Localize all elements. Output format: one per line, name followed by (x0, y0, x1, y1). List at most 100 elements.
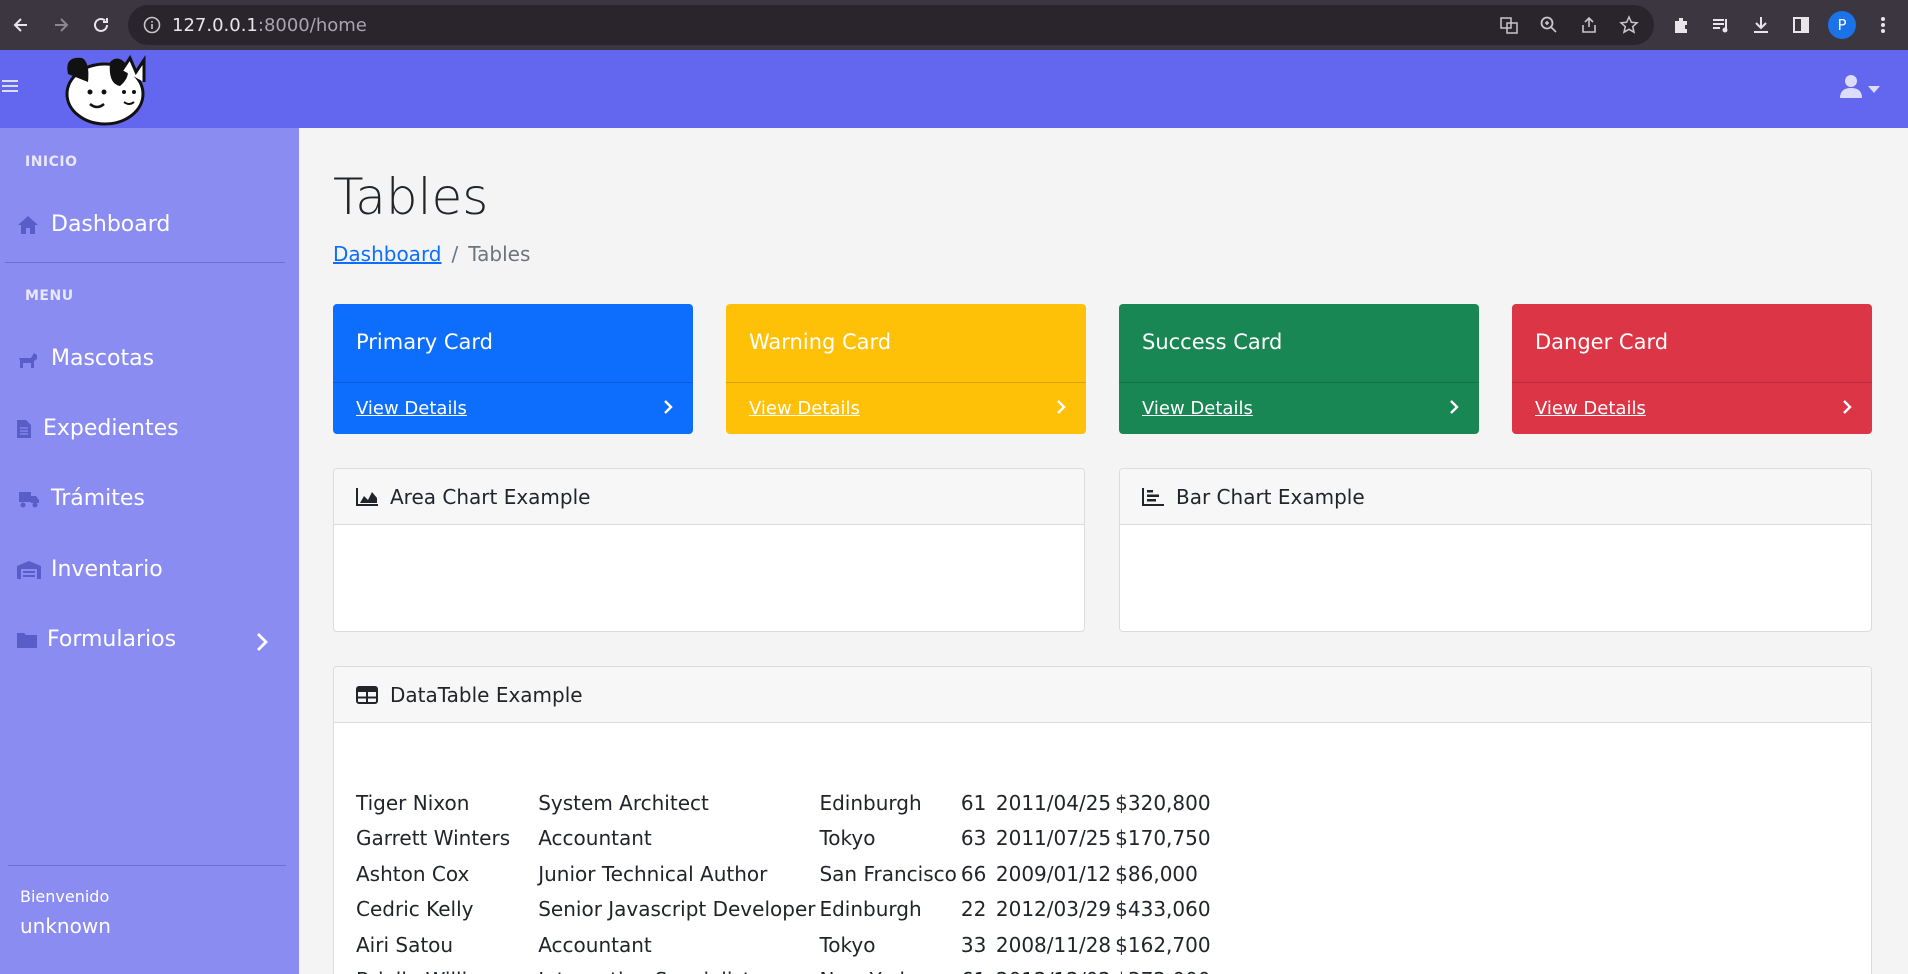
user-menu-toggle[interactable] (1840, 74, 1880, 102)
table-row: Garrett Winters Accountant Tokyo 63 2011/07/… (356, 821, 1215, 857)
share-icon[interactable] (1576, 12, 1602, 38)
reload-icon[interactable] (82, 6, 120, 44)
chevron-right-icon[interactable] (1449, 399, 1459, 419)
truck-icon (17, 488, 43, 510)
table-cell: Tiger Nixon (356, 790, 470, 815)
table-cell: Tokyo (819, 932, 876, 957)
chevron-right-icon[interactable] (1842, 399, 1852, 419)
sidebar-item-expedientes[interactable]: Expedientes (17, 416, 179, 441)
file-icon (17, 418, 35, 440)
table-cell: $372,000 (1115, 963, 1215, 974)
sidebar-footer-divider (8, 865, 286, 866)
sidebar-item-label: Formularios (47, 627, 177, 652)
area-chart-icon (356, 486, 380, 508)
table-cell: $86,000 (1115, 861, 1198, 886)
sidebar-item-label: Trámites (51, 486, 145, 511)
star-icon[interactable] (1616, 12, 1642, 38)
profile-avatar[interactable]: P (1828, 11, 1856, 39)
kebab-menu-icon[interactable] (1870, 12, 1896, 38)
forward-icon[interactable] (42, 6, 80, 44)
table-cell: $320,800 (1115, 790, 1211, 815)
view-details-link[interactable]: View Details (1142, 398, 1253, 419)
chevron-right-icon[interactable] (1056, 399, 1066, 419)
address-bar[interactable]: 127.0.0.1:8000/home (128, 5, 1654, 45)
folder-icon (17, 629, 39, 651)
sidebar-item-mascotas[interactable]: Mascotas (17, 346, 154, 371)
table-cell: 33 (960, 932, 987, 957)
sidebar-item-label: Mascotas (51, 346, 155, 371)
warning-card: Warning Card View Details (726, 304, 1086, 434)
table-cell: 61 (961, 963, 996, 974)
table-cell: 2011/07/25 (995, 826, 1112, 851)
data-table: Tiger Nixon System Architect Edinburgh 61 20… (356, 785, 1215, 974)
hamburger-icon[interactable] (2, 78, 20, 96)
table-row: Brielle WilliamsonIntegration Specialist… (356, 963, 1215, 974)
sidebar-item-label: Expedientes (43, 416, 179, 441)
table-row: Tiger Nixon System Architect Edinburgh 61 20… (356, 785, 1215, 821)
primary-card: Primary Card View Details (333, 304, 693, 434)
view-details-link[interactable]: View Details (749, 398, 860, 419)
bar-chart-icon (1142, 486, 1166, 508)
chevron-right-icon[interactable] (256, 632, 268, 656)
table-cell: Garrett Winters (356, 826, 511, 851)
success-card: Success Card View Details (1119, 304, 1479, 434)
sidebar-item-label: Inventario (51, 557, 163, 582)
table-icon (356, 684, 380, 706)
table-cell: $162,700 (1115, 932, 1211, 957)
url-path: :8000/home (257, 14, 367, 36)
table-cell: $170,750 (1115, 826, 1211, 851)
table-cell: Ashton Cox (356, 861, 470, 886)
info-icon[interactable] (140, 13, 164, 37)
breadcrumb: Dashboard / Tables (333, 242, 530, 266)
breadcrumb-link-dashboard[interactable]: Dashboard (333, 242, 442, 266)
panel-header: Area Chart Example (334, 469, 1084, 525)
panel-header: DataTable Example (334, 667, 1871, 723)
home-icon (17, 214, 43, 236)
table-cell: Tokyo (819, 826, 876, 851)
table-cell: New York (819, 963, 960, 974)
sidebar-item-inventario[interactable]: Inventario (17, 557, 163, 582)
table-cell: Integration Specialist (538, 963, 819, 974)
table-cell: $433,060 (1115, 897, 1211, 922)
dog-cat-logo-icon[interactable] (60, 52, 148, 126)
dog-icon (17, 348, 43, 370)
sidepanel-icon[interactable] (1788, 12, 1814, 38)
extensions-icon[interactable] (1668, 12, 1694, 38)
page-title: Tables (333, 168, 489, 226)
url-host: 127.0.0.1 (172, 14, 258, 36)
table-cell: 2008/11/28 (995, 932, 1112, 957)
sidebar-section-menu: MENU (25, 288, 74, 304)
card-title: Warning Card (749, 330, 892, 354)
bar-chart-panel: Bar Chart Example (1119, 468, 1872, 632)
breadcrumb-current: Tables (468, 242, 531, 266)
back-icon[interactable] (2, 6, 40, 44)
card-footer: View Details (726, 382, 1086, 434)
user-icon (1840, 74, 1862, 102)
top-navbar (0, 50, 1908, 128)
table-row: Ashton Cox Junior Technical Author San Fra… (356, 856, 1215, 892)
translate-icon[interactable] (1496, 12, 1522, 38)
area-chart-panel: Area Chart Example (333, 468, 1085, 632)
table-cell: Accountant (538, 932, 652, 957)
download-icon[interactable] (1748, 12, 1774, 38)
view-details-link[interactable]: View Details (1535, 398, 1646, 419)
table-cell: Edinburgh (819, 790, 922, 815)
card-footer: View Details (333, 382, 693, 434)
main-content: Tables Dashboard / Tables Primary Card V… (299, 128, 1908, 974)
browser-toolbar: 127.0.0.1:8000/home P (0, 0, 1908, 50)
sidebar-footer-label: Bienvenido (20, 887, 110, 906)
zoom-icon[interactable] (1536, 12, 1562, 38)
card-footer: View Details (1512, 382, 1872, 434)
chevron-right-icon[interactable] (663, 399, 673, 419)
media-icon[interactable] (1708, 12, 1734, 38)
panel-title: Bar Chart Example (1176, 484, 1365, 509)
panel-title: DataTable Example (390, 682, 583, 707)
sidebar-item-dashboard[interactable]: Dashboard (17, 212, 170, 237)
sidebar-item-formularios[interactable]: Formularios (17, 627, 176, 652)
danger-card: Danger Card View Details (1512, 304, 1872, 434)
sidebar-item-tramites[interactable]: Trámites (17, 486, 145, 511)
view-details-link[interactable]: View Details (356, 398, 467, 419)
card-footer: View Details (1119, 382, 1479, 434)
panel-header: Bar Chart Example (1120, 469, 1871, 525)
table-cell: San Francisco (819, 861, 957, 886)
